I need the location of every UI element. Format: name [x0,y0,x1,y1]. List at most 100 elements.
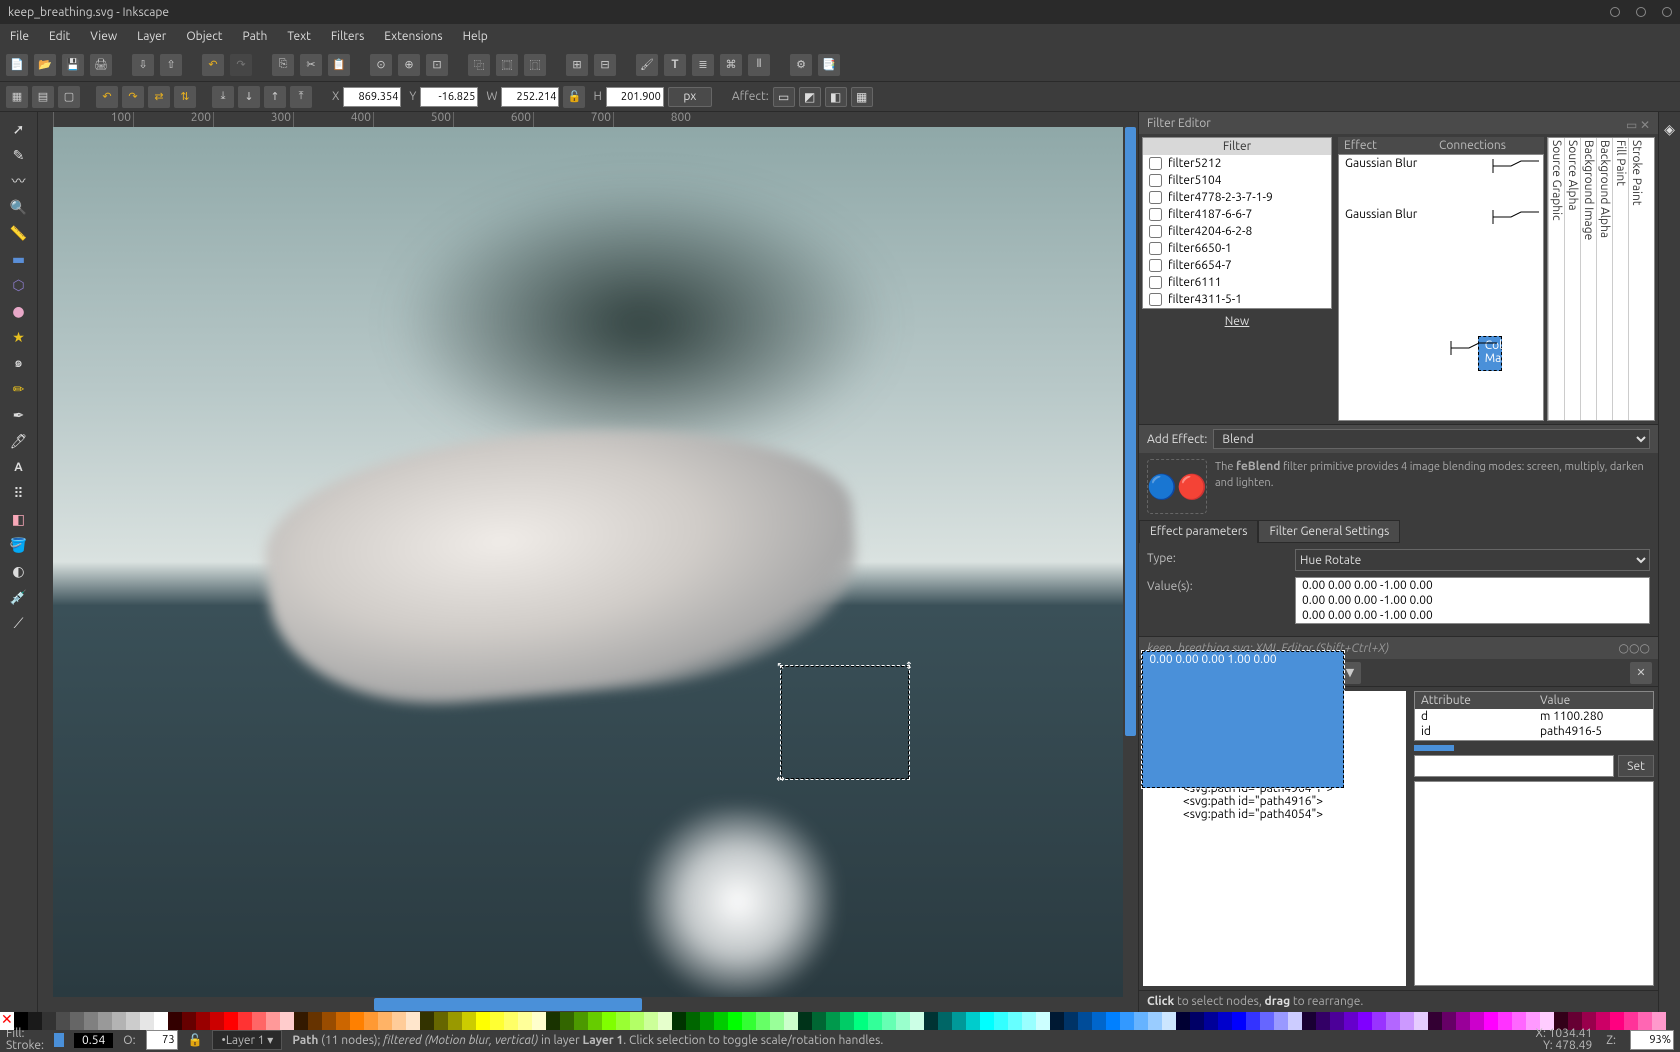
menu-layer[interactable]: Layer [137,30,166,43]
effect-row[interactable]: Gaussian Blur [1339,206,1543,223]
eraser-tool[interactable]: ◧ [8,508,30,530]
color-swatch[interactable] [1288,1012,1302,1030]
filter-checkbox[interactable] [1149,259,1162,272]
zoom-drawing-icon[interactable]: ⊕ [398,54,420,76]
color-swatch[interactable] [1190,1012,1204,1030]
source-stroke-paint[interactable]: Stroke Paint [1628,138,1644,420]
open-icon[interactable]: 📂 [34,54,56,76]
menu-help[interactable]: Help [463,30,488,43]
rotate-ccw-icon[interactable]: ↶ [96,86,118,108]
h-input[interactable] [606,87,664,107]
star-tool[interactable]: ★ [8,326,30,348]
zoom-selection-icon[interactable]: ⊙ [370,54,392,76]
close-button[interactable] [1662,7,1672,17]
spray-tool[interactable]: ⠿ [8,482,30,504]
filter-checkbox[interactable] [1149,191,1162,204]
attr-row[interactable]: idpath4916-5 [1415,724,1653,739]
color-swatch[interactable] [1008,1012,1022,1030]
select-all-icon[interactable]: ▤ [32,86,54,108]
ungroup-icon[interactable]: ⊟ [594,54,616,76]
filter-checkbox[interactable] [1149,242,1162,255]
affect-corners-icon[interactable]: ◩ [799,87,821,107]
color-swatch[interactable] [1400,1012,1414,1030]
unit-select[interactable]: px [668,87,712,107]
color-swatch[interactable] [1050,1012,1064,1030]
stroke-width[interactable]: 0.54 [74,1033,113,1048]
menu-filters[interactable]: Filters [331,30,364,43]
zoom-page-icon[interactable]: ⊡ [426,54,448,76]
values-matrix[interactable]: 0.00 0.00 0.00 -1.00 0.000.00 0.00 0.00 … [1295,577,1650,624]
filter-checkbox[interactable] [1149,157,1162,170]
print-icon[interactable]: 🖨 [90,54,112,76]
color-swatch[interactable] [1148,1012,1162,1030]
attribute-table[interactable]: AttributeValue dm 1100.280idpath4916-5 [1414,691,1654,741]
menu-path[interactable]: Path [243,30,268,43]
filter-list[interactable]: Filter filter5212Motion blur, verticalfi… [1142,137,1332,309]
color-swatch[interactable] [1358,1012,1372,1030]
undo-icon[interactable]: ↶ [202,54,224,76]
filter-row[interactable]: filter4778-2-3-7-1-9 [1143,189,1331,206]
paste-icon[interactable]: 📋 [328,54,350,76]
menu-file[interactable]: File [10,30,29,43]
color-swatch[interactable] [994,1012,1008,1030]
menu-text[interactable]: Text [287,30,311,43]
color-swatch[interactable] [1344,1012,1358,1030]
attr-name-input[interactable] [1414,755,1614,777]
filter-row[interactable]: filter5104 [1143,172,1331,189]
text-tool[interactable]: A [8,456,30,478]
matrix-row[interactable]: 0.00 0.00 0.00 -1.00 0.00 [1296,608,1649,623]
ellipse-tool[interactable]: ● [8,300,30,322]
color-swatch[interactable] [980,1012,994,1030]
lower-bottom-icon[interactable]: ⤓ [212,86,234,108]
xml-min-icon[interactable]: ○ [1619,642,1629,655]
rotate-cw-icon[interactable]: ↷ [122,86,144,108]
add-effect-select[interactable]: Blend [1213,429,1650,449]
panel-min-icon[interactable]: ▭ [1626,118,1636,128]
w-input[interactable] [501,87,559,107]
zoom-input[interactable] [1630,1030,1674,1050]
horizontal-scrollbar[interactable] [53,997,1123,1012]
deselect-icon[interactable]: ▢ [58,86,80,108]
type-select[interactable]: Hue Rotate [1295,549,1650,571]
color-swatch[interactable] [1246,1012,1260,1030]
color-swatch[interactable] [1260,1012,1274,1030]
filter-checkbox[interactable] [1149,208,1162,221]
color-swatch[interactable] [1022,1012,1036,1030]
color-swatch[interactable] [1232,1012,1246,1030]
filter-row[interactable]: filter4311-5-1 [1143,291,1331,308]
tab-effect-params[interactable]: Effect parameters [1139,520,1258,543]
affect-gradient-icon[interactable]: ◧ [825,87,847,107]
flip-v-icon[interactable]: ⇅ [174,86,196,108]
opacity-input[interactable] [146,1030,178,1050]
color-swatch[interactable] [1204,1012,1218,1030]
save-icon[interactable]: 💾 [62,54,84,76]
xml-close-icon[interactable]: ○ [1640,642,1650,655]
import-icon[interactable]: ⇩ [132,54,154,76]
filter-checkbox[interactable] [1149,174,1162,187]
gradient-tool[interactable]: ◐ [8,560,30,582]
color-swatch[interactable] [1120,1012,1134,1030]
xml-attr-delete-icon[interactable]: ✕ [1630,662,1652,684]
color-swatch[interactable] [910,1012,924,1030]
effect-row[interactable]: Gaussian Blur [1339,155,1543,172]
color-swatch[interactable] [1456,1012,1470,1030]
fill-swatch[interactable] [54,1033,64,1047]
xml-icon[interactable]: ⌘ [720,54,742,76]
color-swatch[interactable] [1064,1012,1078,1030]
layers-icon[interactable]: ≣ [692,54,714,76]
color-swatch[interactable] [1498,1012,1512,1030]
color-swatch[interactable] [966,1012,980,1030]
color-swatch[interactable] [1372,1012,1386,1030]
clone-icon[interactable]: ⿴ [496,54,518,76]
color-swatch[interactable] [1442,1012,1456,1030]
color-swatch[interactable] [1274,1012,1288,1030]
export-icon[interactable]: ⇧ [160,54,182,76]
filter-row[interactable]: filter4187-6-6-7 [1143,206,1331,223]
attr-value-textarea[interactable] [1414,781,1654,986]
zoom-tool[interactable]: 🔍 [8,196,30,218]
canvas[interactable]: ↖ ↕ ↔ [53,127,1123,997]
filter-row[interactable]: filter5212 [1143,155,1331,172]
flip-h-icon[interactable]: ⇄ [148,86,170,108]
filter-row[interactable]: filter6654-7 [1143,257,1331,274]
copy-icon[interactable]: ⎘ [272,54,294,76]
